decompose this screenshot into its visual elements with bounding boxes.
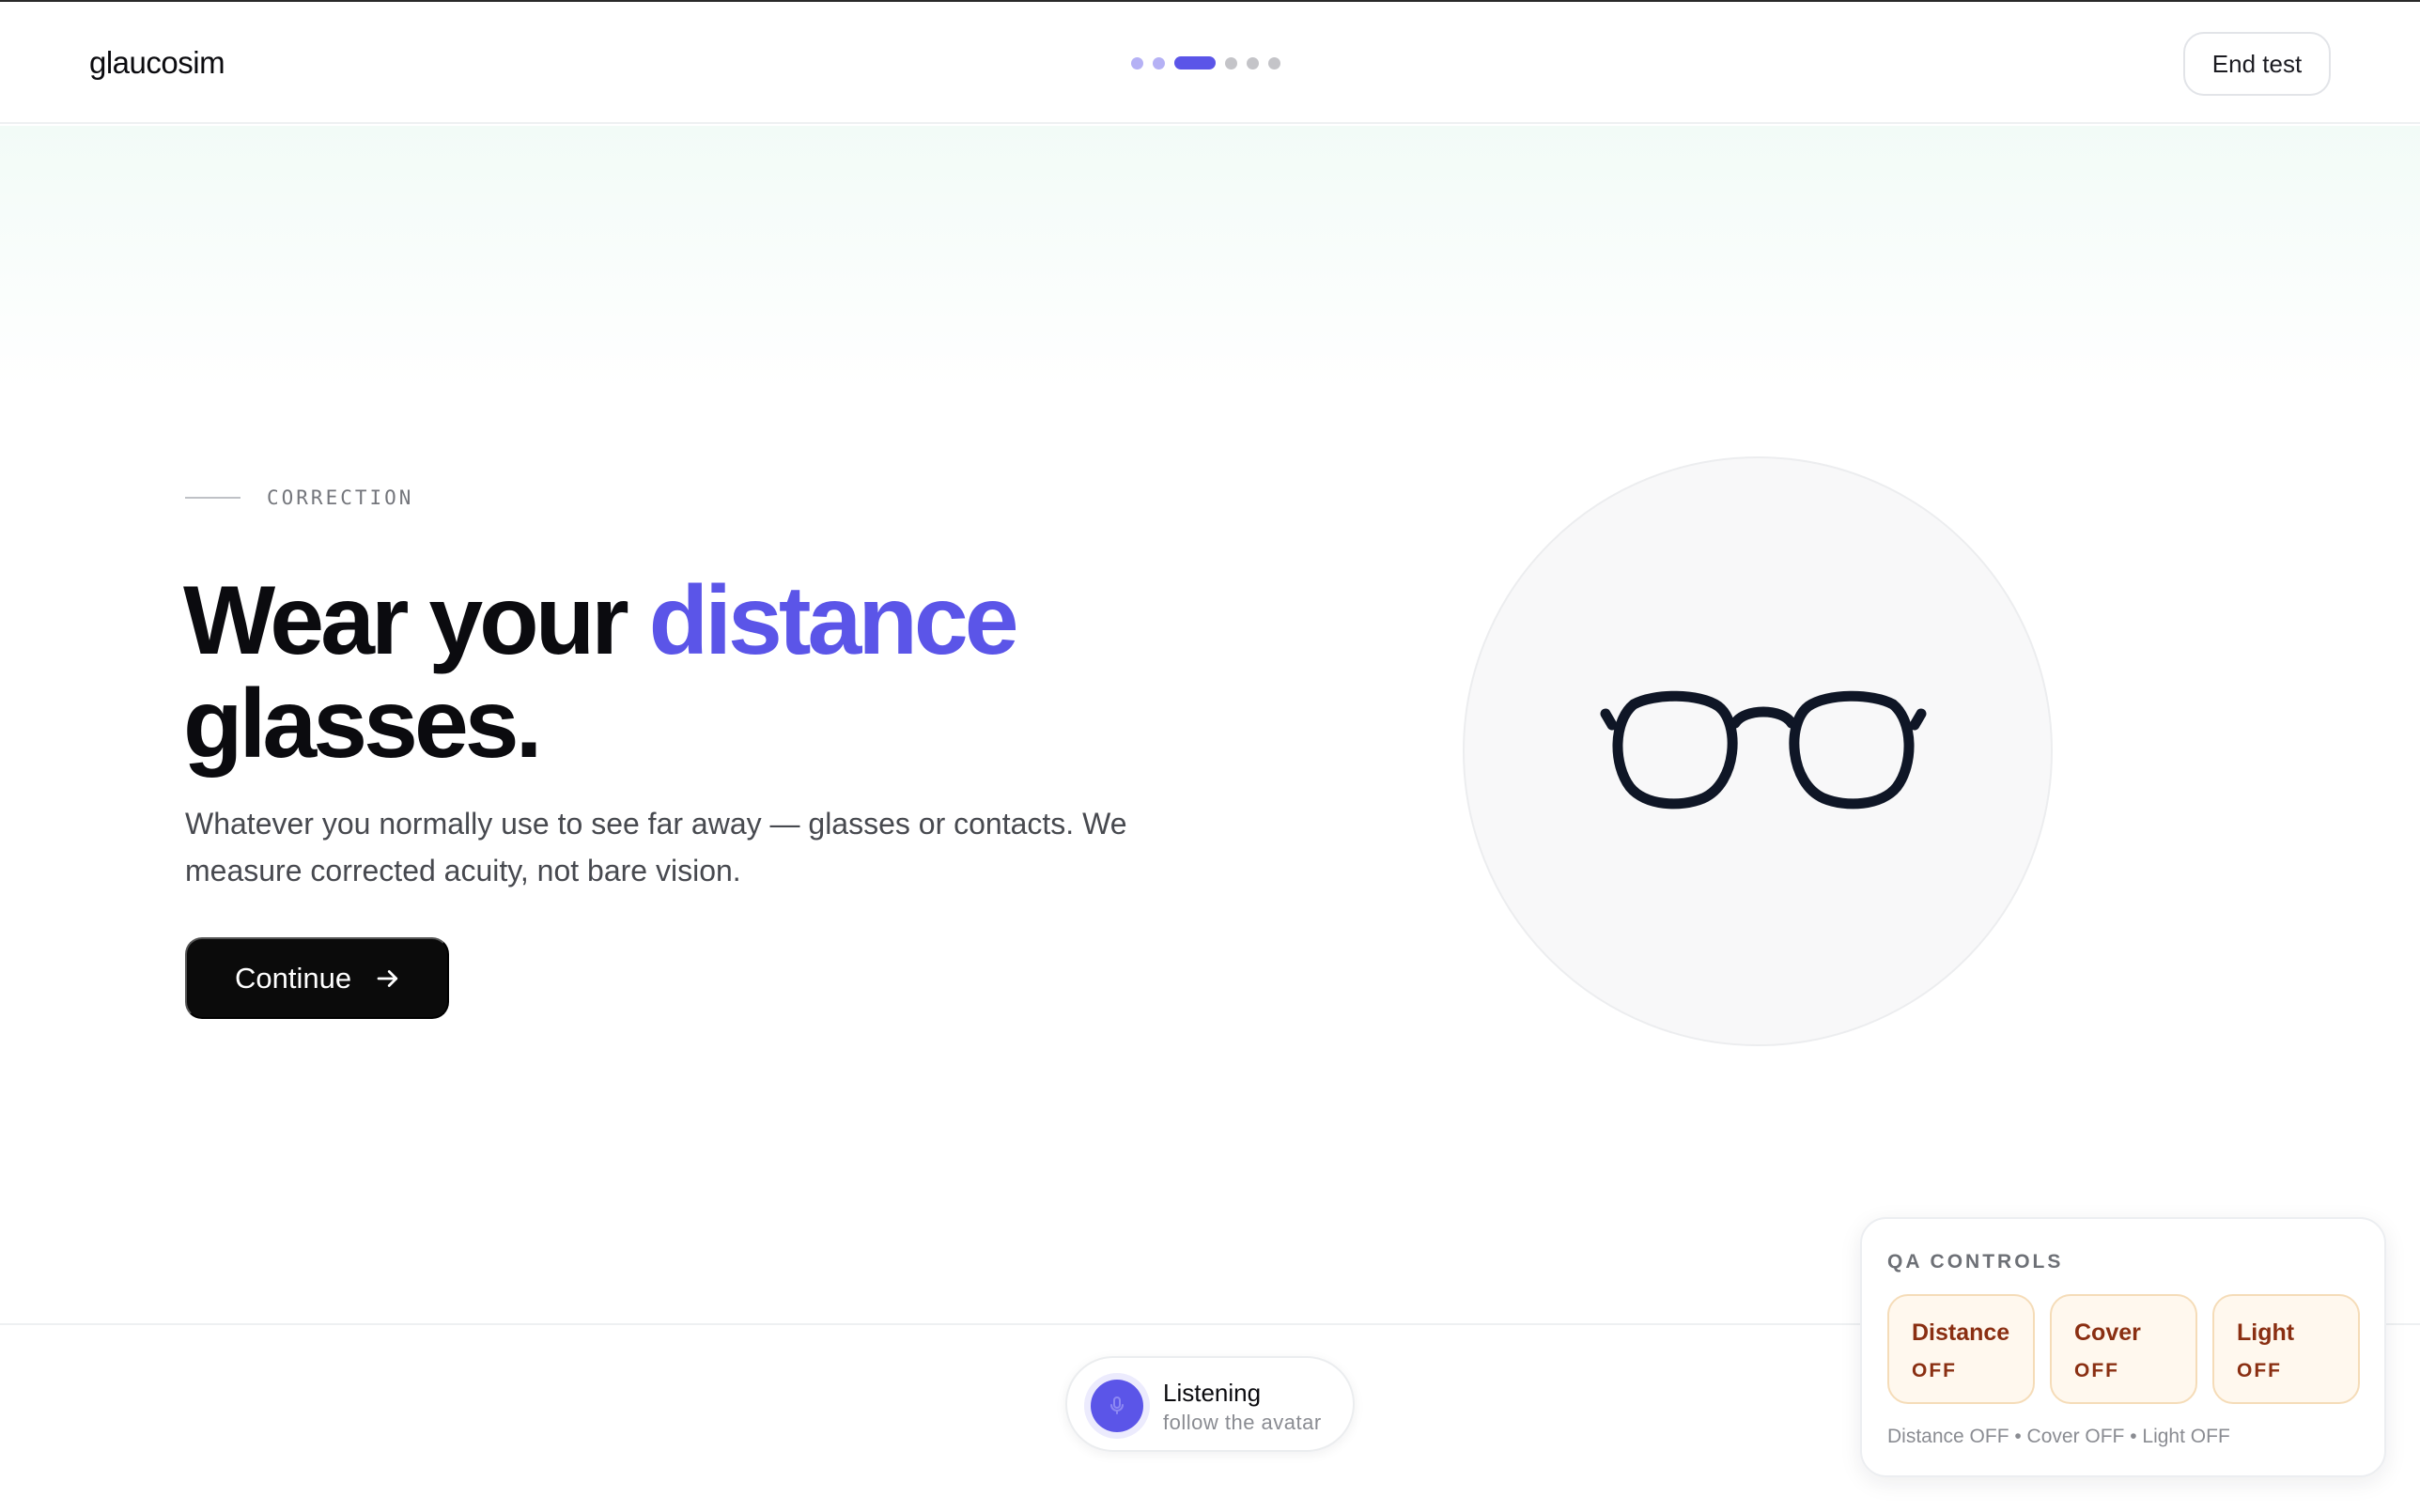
headline-accent-word: distance [648,566,1019,675]
qa-toggle-light[interactable]: Light OFF [2212,1294,2360,1404]
voice-listening-indicator[interactable]: Listening follow the avatar [1065,1356,1355,1452]
glasses-icon [1600,690,1927,810]
eyebrow-label: CORRECTION [267,486,414,509]
step-progress [1131,56,1280,69]
listening-status: Listening [1163,1379,1262,1407]
progress-step-5 [1247,56,1259,69]
headline-part-1: Wear your [183,566,649,675]
continue-button[interactable]: Continue [185,937,449,1019]
glasses-illustration [1463,456,2053,1046]
progress-step-2 [1153,56,1165,69]
qa-status-summary: Distance OFF • Cover OFF • Light OFF [1887,1426,2230,1447]
listening-hint: follow the avatar [1163,1411,1322,1434]
qa-controls-title: QA CONTROLS [1887,1251,2064,1273]
progress-step-1 [1131,56,1143,69]
progress-step-6 [1268,56,1280,69]
microphone-button[interactable] [1091,1380,1143,1432]
qa-toggle-state: OFF [2237,1360,2282,1381]
qa-controls-panel: QA CONTROLS Distance OFF Cover OFF Light… [1860,1217,2386,1477]
top-bar: glaucosim End test [0,2,2420,124]
page-title: Wear your distance glasses. [183,569,1311,776]
app-page: glaucosim End test CORRECTION Wear your … [0,0,2420,1512]
qa-toggle-label: Light [2237,1319,2295,1346]
end-test-button[interactable]: End test [2183,32,2331,96]
qa-toggle-label: Distance [1912,1319,2010,1346]
instruction-text: Whatever you normally use to see far awa… [185,807,1127,887]
section-eyebrow: CORRECTION [185,486,413,509]
continue-button-label: Continue [235,961,352,995]
arrow-right-icon [377,969,398,987]
microphone-icon [1110,1396,1124,1414]
qa-toggle-distance[interactable]: Distance OFF [1887,1294,2035,1404]
progress-step-3-current [1174,56,1216,69]
hero-gradient-background [0,126,2420,389]
eyebrow-rule [185,497,240,499]
progress-step-4 [1225,56,1237,69]
qa-toggle-label: Cover [2074,1319,2141,1346]
qa-toggle-cover[interactable]: Cover OFF [2050,1294,2197,1404]
brand-logo[interactable]: glaucosim [89,45,225,81]
headline-part-2: glasses. [183,670,543,779]
qa-toggle-state: OFF [1912,1360,1957,1381]
qa-toggle-state: OFF [2074,1360,2119,1381]
